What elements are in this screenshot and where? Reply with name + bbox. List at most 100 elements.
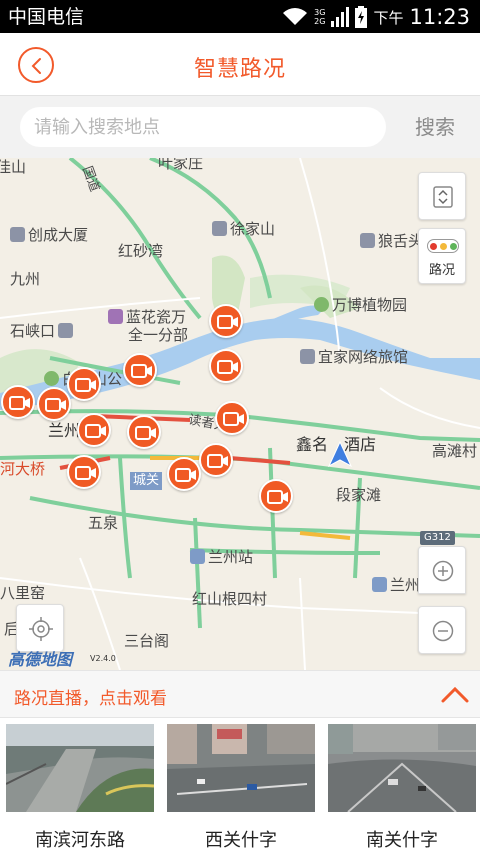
poi-icon	[212, 221, 227, 236]
map-label: 段家滩	[336, 486, 382, 504]
traffic-camera-marker[interactable]	[167, 457, 201, 491]
amap-logo: 高德地图	[8, 650, 73, 669]
map-label: 兰州	[48, 421, 81, 440]
video-camera-icon	[131, 364, 152, 378]
video-camera-icon	[175, 468, 196, 482]
live-feed-label: 南关什字	[366, 830, 438, 851]
carrier-name: 中国电信	[8, 6, 85, 28]
video-camera-icon	[45, 398, 66, 412]
map-label: 叶家庄	[158, 158, 204, 172]
minus-icon	[432, 620, 454, 642]
map-label: 万博植物园	[314, 296, 407, 314]
map-label: 狼舌头	[360, 232, 423, 250]
map-label: 五泉	[88, 514, 119, 532]
video-camera-icon	[75, 378, 96, 392]
video-camera-icon	[223, 412, 244, 426]
locate-button[interactable]	[16, 604, 64, 652]
signal-icon	[331, 7, 350, 27]
traffic-camera-marker[interactable]	[1, 385, 35, 419]
status-time: 11:23	[409, 5, 470, 29]
traffic-toggle-label: 路况	[428, 263, 455, 278]
search-input[interactable]	[20, 107, 386, 147]
camera-snapshot	[167, 724, 315, 812]
traffic-camera-marker[interactable]	[123, 353, 157, 387]
search-button[interactable]: 搜索	[400, 110, 470, 144]
page-title: 智慧路况	[193, 57, 286, 82]
traffic-camera-marker[interactable]	[67, 455, 101, 489]
zoom-out-button[interactable]	[418, 606, 466, 654]
navigation-arrow-icon	[327, 440, 353, 468]
traffic-light-green	[449, 242, 457, 250]
layers-toggle-button[interactable]	[418, 172, 466, 220]
live-feed-label: 西关什字	[205, 830, 277, 851]
traffic-camera-marker[interactable]	[259, 479, 293, 513]
traffic-camera-marker[interactable]	[199, 443, 233, 477]
video-camera-icon	[217, 315, 238, 329]
traffic-camera-marker[interactable]	[37, 387, 71, 421]
plus-icon	[432, 560, 454, 582]
app-header: 智慧路况	[0, 33, 480, 96]
map-label: 徐家山	[212, 220, 275, 238]
amap-version: V2.4.0	[90, 654, 116, 663]
map-label: 宜家网络旅馆	[300, 348, 408, 366]
network-type-icon: 3G 2G	[314, 8, 326, 26]
poi-icon	[372, 577, 387, 592]
layers-toggle-icon	[433, 186, 453, 208]
camera-snapshot	[6, 724, 154, 812]
live-feed-title: 路况直播，点击观看	[14, 689, 167, 709]
traffic-camera-marker[interactable]	[215, 401, 249, 435]
crosshair-icon	[29, 617, 53, 641]
camera-snapshot	[328, 724, 476, 812]
zoom-in-button[interactable]	[418, 546, 466, 594]
map-label: 兰州站	[190, 548, 253, 566]
chevron-up-icon	[441, 686, 469, 703]
map-label: 蓝花瓷万	[108, 308, 186, 326]
map-label: 九州	[10, 270, 41, 288]
map-label: 创成大厦	[10, 226, 88, 244]
traffic-light-icon	[427, 239, 459, 253]
map-label: 鑫名	[296, 435, 329, 454]
live-feed-label: 南滨河东路	[35, 830, 125, 851]
poi-icon	[44, 371, 59, 386]
traffic-camera-marker[interactable]	[77, 413, 111, 447]
map-label: 三台阁	[124, 632, 170, 650]
status-bar: 中国电信 3G 2G 下午 11:23	[0, 0, 480, 33]
map-label: 城关	[130, 472, 163, 490]
traffic-camera-marker[interactable]	[67, 367, 101, 401]
poi-icon	[58, 323, 74, 338]
map-label: 红砂湾	[118, 242, 164, 260]
live-feed-item[interactable]: 南滨河东路	[6, 724, 154, 854]
traffic-toggle-button[interactable]: 路况	[418, 228, 466, 284]
map-label: 八里窑	[0, 584, 46, 602]
poi-icon	[10, 227, 25, 242]
highway-badge: G312	[420, 531, 455, 545]
poi-icon	[300, 349, 315, 364]
live-feed-header[interactable]: 路况直播，点击观看	[0, 670, 480, 718]
map-label: 佳山	[0, 158, 27, 176]
poi-icon	[314, 297, 329, 312]
map-label: 高滩村	[432, 442, 478, 460]
live-feed-item[interactable]: 西关什字	[167, 724, 315, 854]
video-camera-icon	[267, 490, 288, 504]
traffic-map[interactable]: 佳山 国道 叶家庄 创成大厦 红砂湾 徐家山 狼舌头 九州 蓝花瓷万 全一分部 …	[0, 158, 480, 670]
video-camera-icon	[9, 396, 30, 410]
map-label: 河大桥	[0, 460, 46, 478]
traffic-camera-marker[interactable]	[209, 304, 243, 338]
live-feed-list: 南滨河东路 西关什字 南关什字	[0, 718, 480, 854]
status-ampm: 下午	[373, 8, 404, 27]
search-bar: 搜索	[0, 96, 480, 158]
battery-charging-icon	[355, 6, 368, 28]
video-camera-icon	[217, 360, 238, 374]
status-icons: 3G 2G 下午 11:23	[282, 3, 470, 31]
poi-icon	[360, 233, 375, 248]
traffic-camera-marker[interactable]	[209, 349, 243, 383]
wifi-icon	[283, 8, 308, 25]
collapse-button[interactable]	[438, 681, 472, 709]
poi-icon	[108, 309, 123, 324]
traffic-camera-marker[interactable]	[127, 415, 161, 449]
video-camera-icon	[75, 466, 96, 480]
live-feed-item[interactable]: 南关什字	[328, 724, 476, 854]
video-camera-icon	[85, 424, 106, 438]
map-label: 全一分部	[128, 326, 189, 344]
map-label: 石峡口	[10, 322, 76, 340]
